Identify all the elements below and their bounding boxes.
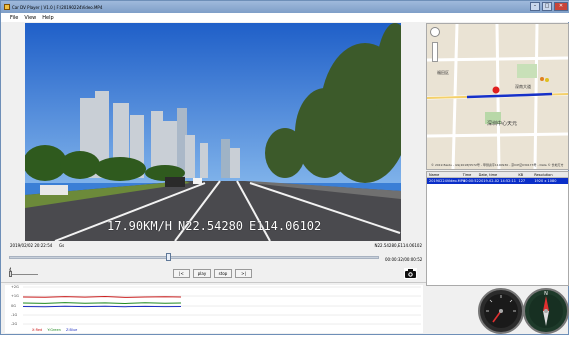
col-kb[interactable]: KB <box>518 173 534 177</box>
map-canvas <box>427 24 568 169</box>
speed-overlay: 17.90KM/H <box>107 219 173 233</box>
gauge-panel: N <box>477 287 569 336</box>
legend-x: X:Red <box>32 328 43 332</box>
snapshot-button[interactable] <box>404 268 417 279</box>
compass-icon: N <box>523 288 569 334</box>
menu-bar: File View Help <box>1 13 569 22</box>
prev-button[interactable]: |< <box>173 269 190 278</box>
map-copyright: © 2019 Baidu - GS(2018)5572号 - 甲测资字11009… <box>431 163 564 167</box>
legend-z: Z:Blue <box>65 328 78 332</box>
volume-thumb[interactable] <box>9 271 12 277</box>
gsensor-plot <box>22 286 421 325</box>
cell-datetime: 2019-02-02 14:52:11 <box>478 179 517 183</box>
street-scene <box>25 23 401 241</box>
col-resolution[interactable]: Resolution <box>534 173 568 177</box>
map-label-road: 深南大道 <box>515 84 531 89</box>
longitude-overlay: E114.06102 <box>249 219 322 233</box>
window-title: Car DV Player | V1.0 | F:\20190224Video.… <box>12 4 103 10</box>
next-button[interactable]: >| <box>235 269 252 278</box>
cell-time: 00:00:52 <box>463 179 479 183</box>
col-datetime[interactable]: Date, time <box>479 173 519 177</box>
col-time[interactable]: Time <box>463 173 479 177</box>
play-button[interactable]: play <box>193 269 211 278</box>
map-zoom-control[interactable] <box>432 42 438 62</box>
x-series-line <box>22 295 182 298</box>
datetime-label: 2019/02/02 20:22:54 <box>10 243 53 248</box>
menu-view[interactable]: View <box>24 15 36 21</box>
camera-icon <box>405 269 416 278</box>
status-line: 2019/02/02 20:22:54 Gs N22.54280,E114.06… <box>7 243 422 249</box>
gsensor-label: Gs <box>59 243 65 248</box>
gsensor-chart: +2G +1G 0G -1G -2G X:Red Y:Green Z:Blue <box>5 285 423 333</box>
volume-slider[interactable] <box>9 271 38 277</box>
minimize-button[interactable]: – <box>530 2 540 11</box>
z-series-line <box>22 305 182 308</box>
map-pan-control[interactable] <box>430 27 440 37</box>
legend-y: Y:Green <box>47 328 61 332</box>
map-label-district: 福田区 <box>437 70 449 75</box>
close-button[interactable]: ✕ <box>554 2 568 11</box>
player-window: Car DV Player | V1.0 | F:\20190224Video.… <box>0 0 569 335</box>
menu-help[interactable]: Help <box>42 15 53 21</box>
gps-track <box>466 92 553 99</box>
time-label: 00:00:32/00:00:52 <box>385 257 423 262</box>
app-icon <box>4 4 10 10</box>
seek-thumb[interactable] <box>166 253 171 261</box>
seek-bar[interactable] <box>9 253 379 261</box>
stop-button[interactable]: stop <box>214 269 232 278</box>
latitude-overlay: N22.54280 <box>178 219 244 233</box>
cell-resolution: 1920 x 1080 <box>534 179 557 183</box>
map-panel[interactable]: 深圳中心天元 深南大道 福田区 © 2019 Baidu - GS(2018)5… <box>426 23 569 170</box>
menu-file[interactable]: File <box>10 15 18 21</box>
panel-divider <box>1 282 426 283</box>
maximize-button[interactable]: □ <box>542 2 552 11</box>
coords-label: N22.54280,E114.06102 <box>374 243 422 248</box>
col-name[interactable]: Name <box>427 173 463 177</box>
video-frame[interactable]: 17.90KM/H N22.54280 E114.06102 <box>25 23 401 241</box>
cell-name: 20190224Video.MP4 <box>429 179 466 183</box>
y-series-line <box>22 302 182 305</box>
cell-kb: 127 <box>518 179 526 183</box>
title-bar[interactable]: Car DV Player | V1.0 | F:\20190224Video.… <box>1 1 569 13</box>
gauges: N <box>478 288 569 334</box>
map-label-center: 深圳中心天元 <box>487 121 518 127</box>
table-row[interactable]: 20190224Video.MP4 00:00:52 2019-02-02 14… <box>427 178 568 184</box>
file-list: Name Time Date, time KB Resolution 20190… <box>426 171 569 286</box>
svg-text:N: N <box>544 291 548 297</box>
chart-legend: X:Red Y:Green Z:Blue <box>32 328 81 332</box>
speedometer-icon <box>478 288 524 334</box>
current-position-marker <box>492 86 500 94</box>
